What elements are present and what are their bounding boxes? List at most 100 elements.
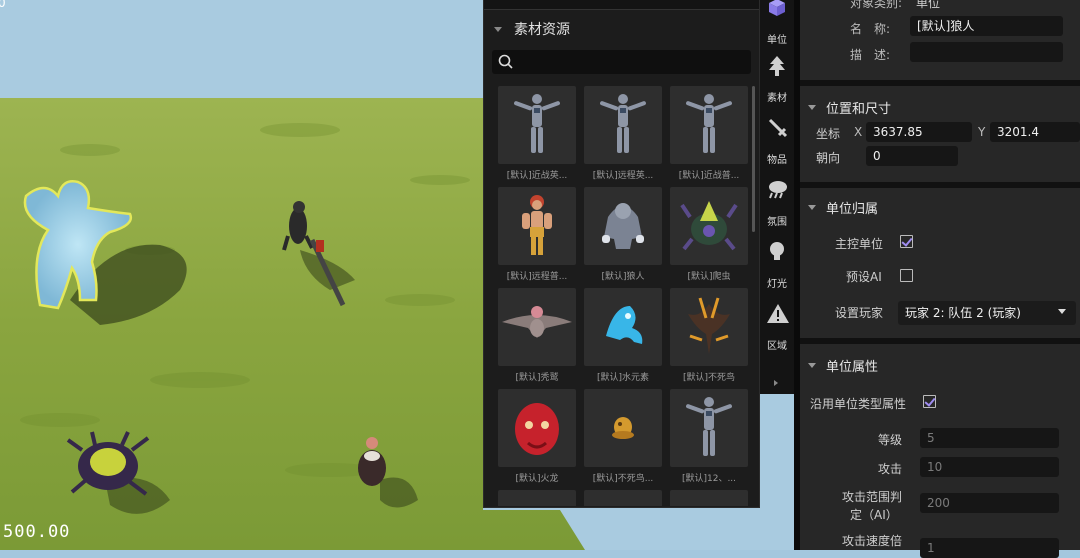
tab-label-unit: 单位 — [767, 35, 787, 46]
attack-label: 攻击 — [878, 462, 903, 476]
main-unit-checkbox[interactable] — [900, 235, 913, 248]
thumbnail-placeholder — [584, 490, 662, 506]
asset-panel-topbar — [484, 0, 759, 10]
description-field[interactable] — [910, 42, 1063, 62]
more-tabs-chevron-icon[interactable] — [774, 380, 778, 386]
y-coordinate-field[interactable]: 3201.4 — [990, 122, 1080, 142]
attack-field[interactable]: 10 — [920, 457, 1059, 477]
tab-region[interactable]: 区域 — [760, 298, 794, 356]
humanoid-mannequin-thumbnail-icon — [584, 86, 662, 164]
asset-tile-label: [默认]远程普... — [506, 272, 568, 282]
x-coordinate-field[interactable]: 3637.85 — [866, 122, 972, 142]
tab-label-region: 区域 — [767, 341, 787, 352]
asset-tile-partial[interactable] — [498, 490, 576, 506]
tab-atmosphere[interactable]: 氛围 — [760, 174, 794, 232]
tab-label-material: 素材 — [767, 93, 787, 104]
corner-readout: 0 — [0, 0, 6, 10]
y-axis-label: Y — [978, 125, 986, 139]
asset-tile[interactable]: [默认]12、... — [670, 389, 748, 485]
asset-tile[interactable]: [默认]爬虫 — [670, 187, 748, 283]
tab-label-light: 灯光 — [767, 279, 787, 290]
bulb-icon — [770, 242, 784, 260]
position-section-title: 位置和尺寸 — [826, 101, 892, 117]
unit-owner-section: 单位归属 主控单位 预设AI 设置玩家 玩家 2: 队伍 2 (玩家) — [800, 188, 1080, 338]
category-tab-strip: 单位 素材 物品 氛围 灯光 区域 — [760, 0, 794, 394]
egg-thumbnail-icon — [584, 389, 662, 467]
tab-material[interactable]: 素材 — [760, 50, 794, 108]
set-player-label: 设置玩家 — [835, 306, 884, 320]
owner-section-title: 单位归属 — [826, 201, 879, 217]
asset-tile-label: [默认]不死鸟 — [682, 373, 736, 383]
asset-tile[interactable]: [默认]水元素 — [584, 288, 662, 384]
asset-tile-label: [默认]近战英... — [506, 171, 568, 181]
asset-tile-partial[interactable] — [584, 490, 662, 506]
undead-bird-thumbnail-icon — [670, 288, 748, 366]
attack-range-label-line1: 攻击范围判 — [842, 490, 903, 504]
asset-tile-label: [默认]水元素 — [596, 373, 650, 383]
warning-icon — [767, 304, 789, 323]
asset-tile-label: [默认]火龙 — [515, 474, 559, 484]
name-field[interactable]: [默认]狼人 — [910, 16, 1063, 36]
tab-label-atmosphere: 氛围 — [767, 217, 787, 228]
thumbnail-placeholder — [498, 490, 576, 506]
position-section-header[interactable]: 位置和尺寸 — [800, 92, 891, 122]
basic-info-section: 对象类别: 单位 名 称: [默认]狼人 描 述: — [800, 0, 1080, 80]
asset-tile[interactable]: [默认]不死鸟 — [670, 288, 748, 384]
asset-tile[interactable]: [默认]远程普... — [498, 187, 576, 283]
unit-attributes-section: 单位属性 沿用单位类型属性 等级 5 攻击 10 攻击范围判 定（AI） 200… — [800, 344, 1080, 558]
name-label: 名 称: — [850, 22, 891, 36]
humanoid-mannequin-thumbnail-icon — [670, 389, 748, 467]
asset-tile[interactable]: [默认]近战英... — [498, 86, 576, 182]
collapse-caret-icon[interactable] — [808, 362, 816, 368]
owner-section-header[interactable]: 单位归属 — [800, 192, 878, 222]
attack-range-label-line2: 定（AI） — [850, 508, 898, 522]
asset-scrollbar[interactable] — [752, 86, 755, 232]
level-label: 等级 — [878, 433, 903, 447]
asset-tile[interactable]: [默认]远程英... — [584, 86, 662, 182]
collapse-caret-icon[interactable] — [494, 26, 502, 32]
facing-field[interactable]: 0 — [866, 146, 958, 166]
description-label: 描 述: — [850, 48, 891, 62]
water-elemental-thumbnail-icon — [584, 288, 662, 366]
main-unit-label: 主控单位 — [835, 237, 884, 251]
properties-panel: 对象类别: 单位 名 称: [默认]狼人 描 述: 位置和尺寸 坐标 X 363… — [794, 0, 1080, 558]
attack-speed-label: 攻击速度倍 — [842, 534, 903, 548]
fire-dragon-thumbnail-icon — [498, 389, 576, 467]
asset-panel-title: 素材资源 — [514, 22, 570, 38]
asset-search-box[interactable] — [492, 50, 751, 74]
tab-light[interactable]: 灯光 — [760, 236, 794, 294]
collapse-caret-icon[interactable] — [808, 104, 816, 110]
asset-tile-label: [默认]狼人 — [601, 272, 645, 282]
inherit-type-attributes-checkbox[interactable] — [923, 395, 936, 408]
asset-tile-label: [默认]12、... — [681, 474, 737, 484]
asset-tile[interactable]: [默认]近战普... — [670, 86, 748, 182]
collapse-caret-icon[interactable] — [808, 204, 816, 210]
weather-icon — [769, 181, 787, 199]
tab-unit[interactable]: 单位 — [760, 0, 794, 50]
asset-tile-label: [默认]远程英... — [592, 171, 654, 181]
object-type-value: 单位 — [916, 0, 941, 10]
humanoid-mannequin-thumbnail-icon — [498, 86, 576, 164]
tab-label-item: 物品 — [767, 155, 787, 166]
asset-tile[interactable]: [默认]秃鹫 — [498, 288, 576, 384]
level-field[interactable]: 5 — [920, 428, 1059, 448]
crawler-thumbnail-icon — [670, 187, 748, 265]
werewolf-thumbnail-icon — [584, 187, 662, 265]
preset-ai-label: 预设AI — [846, 270, 882, 284]
tab-item[interactable]: 物品 — [760, 112, 794, 170]
asset-panel-header[interactable]: 素材资源 — [484, 10, 759, 48]
position-size-section: 位置和尺寸 坐标 X 3637.85 Y 3201.4 朝向 0 — [800, 86, 1080, 182]
coordinate-label: 坐标 — [816, 127, 841, 141]
asset-tile[interactable]: [默认]火龙 — [498, 389, 576, 485]
preset-ai-checkbox[interactable] — [900, 269, 913, 282]
vulture-thumbnail-icon — [498, 288, 576, 366]
attributes-section-title: 单位属性 — [826, 359, 879, 375]
humanoid-child-thumbnail-icon — [498, 187, 576, 265]
attack-range-field[interactable]: 200 — [920, 493, 1059, 513]
asset-tile[interactable]: [默认]不死鸟... — [584, 389, 662, 485]
asset-tile[interactable]: [默认]狼人 — [584, 187, 662, 283]
attributes-section-header[interactable]: 单位属性 — [800, 350, 878, 380]
player-select[interactable]: 玩家 2: 队伍 2 (玩家) — [898, 301, 1076, 325]
asset-tile-partial[interactable] — [670, 490, 748, 506]
attack-speed-field[interactable]: 1 — [920, 538, 1059, 558]
